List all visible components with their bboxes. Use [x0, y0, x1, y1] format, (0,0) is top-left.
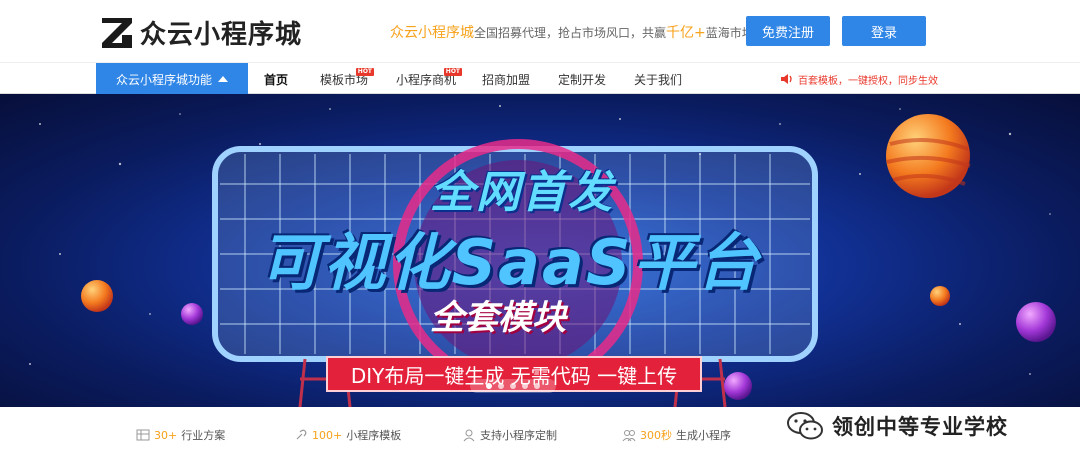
hero-title-line1: 全网首发 [430, 167, 614, 218]
nav-item-label-wrap: 模板市场 HOT [320, 67, 375, 88]
logo[interactable]: 众云小程序城 [100, 14, 302, 50]
industry-icon [136, 429, 150, 441]
feature-text: 支持小程序定制 [480, 429, 557, 442]
user-icon [463, 429, 475, 442]
nav-item-label: 定制开发 [558, 72, 607, 87]
function-menu-button[interactable]: 众云小程序城功能 [96, 63, 248, 95]
nav-item-label-wrap: 小程序商机 HOT [396, 67, 463, 88]
hero-banner[interactable]: 全网首发 可视化SaaS平台 全套模块 DIY布局一键生成 无需代码 一键上传 [0, 94, 1080, 407]
carousel-dot[interactable] [522, 383, 528, 389]
nav-item-home[interactable]: 首页 [264, 63, 288, 95]
function-menu-label: 众云小程序城功能 [115, 72, 212, 87]
template-icon [296, 429, 307, 440]
login-button[interactable]: 登录 [842, 16, 926, 46]
hot-badge: HOT [355, 67, 375, 76]
main-nav: 众云小程序城功能 首页 模板市场 HOT 小程序商机 HOT 招商加盟 定制开发… [0, 62, 1080, 95]
slogan-highlight: 千亿+ [666, 25, 706, 41]
feature-number: 100+ [312, 428, 343, 442]
nav-item-custom-dev[interactable]: 定制开发 [558, 63, 606, 95]
watermark: 领创中等专业学校 [786, 406, 1008, 446]
hero-content: 全网首发 可视化SaaS平台 全套模块 DIY布局一键生成 无需代码 一键上传 [0, 94, 1080, 407]
carousel-dot[interactable] [510, 383, 516, 389]
hot-badge: HOT [443, 67, 463, 76]
feature-text: 行业方案 [181, 429, 226, 442]
notice-text: 百套模板，一键授权，同步生效 [798, 75, 938, 87]
nav-item-business[interactable]: 小程序商机 HOT [396, 63, 463, 95]
carousel-dot[interactable] [498, 383, 504, 389]
watermark-text: 领创中等专业学校 [832, 415, 1008, 439]
feature-item: 300秒 生成小程序 [622, 427, 731, 443]
carousel-dots [470, 379, 556, 393]
users-icon [622, 430, 636, 442]
nav-item-label: 关于我们 [634, 72, 683, 87]
nav-item-label: 首页 [264, 72, 289, 87]
caret-up-icon [218, 76, 228, 82]
logo-z-icon [102, 18, 132, 48]
slogan-part1: 全国招募代理，抢占市场风口，共赢 [474, 26, 667, 40]
feature-text: 生成小程序 [676, 429, 731, 442]
nav-item-template-market[interactable]: 模板市场 HOT [320, 63, 375, 95]
speaker-icon [781, 74, 792, 84]
feature-item: 30+ 行业方案 [136, 427, 225, 443]
nav-item-franchise[interactable]: 招商加盟 [482, 63, 530, 95]
logo-text: 众云小程序城 [140, 19, 303, 50]
nav-item-label: 招商加盟 [482, 72, 531, 87]
feature-item: 100+ 小程序模板 [294, 427, 401, 443]
slogan-brand: 众云小程序城 [390, 25, 474, 41]
hero-title-line2: 可视化SaaS平台 [259, 226, 761, 299]
feature-text: 小程序模板 [346, 429, 402, 442]
wechat-icon [787, 412, 823, 440]
feature-number: 300秒 [640, 429, 672, 442]
carousel-dot[interactable] [534, 383, 540, 389]
slogan: 众云小程序城全国招募代理，抢占市场风口，共赢千亿+蓝海市场 [390, 22, 754, 42]
feature-number: 30+ [154, 428, 178, 442]
nav-item-about[interactable]: 关于我们 [634, 63, 682, 95]
register-button[interactable]: 免费注册 [746, 16, 830, 46]
hero-title-line3: 全套模块 [430, 298, 566, 338]
header: 众云小程序城 众云小程序城全国招募代理，抢占市场风口，共赢千亿+蓝海市场 免费注… [0, 0, 1080, 62]
notice[interactable]: 百套模板，一键授权，同步生效 [780, 63, 938, 95]
feature-item: 支持小程序定制 [462, 427, 557, 443]
carousel-dot[interactable] [486, 383, 492, 389]
